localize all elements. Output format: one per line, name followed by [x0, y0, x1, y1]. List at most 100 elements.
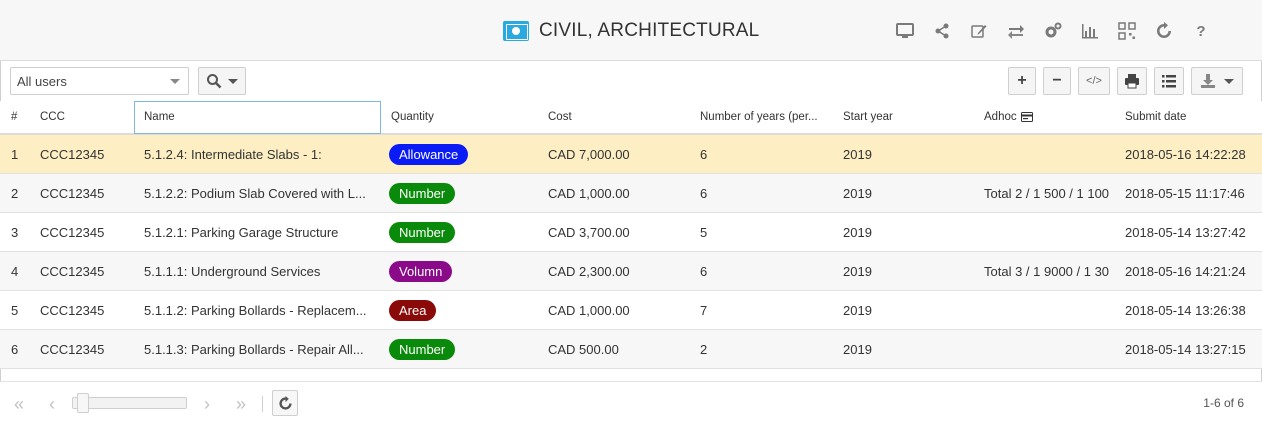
code-icon: </>	[1086, 75, 1102, 87]
cell-ccc: CCC12345	[40, 342, 105, 357]
edit-icon[interactable]	[964, 19, 994, 43]
prev-page-icon[interactable]: ‹	[39, 391, 65, 417]
column-header-quantity[interactable]: Quantity	[391, 101, 541, 133]
export-button[interactable]	[1191, 67, 1243, 95]
title-group: CIVIL, ARCHITECTURAL	[503, 18, 759, 44]
cell-cost: CAD 1,000.00	[548, 186, 630, 201]
user-filter-select[interactable]: All users	[10, 67, 189, 95]
print-button[interactable]	[1117, 67, 1147, 95]
cell-cost: CAD 500.00	[548, 342, 619, 357]
swap-icon[interactable]	[1001, 19, 1031, 43]
search-icon	[207, 74, 222, 89]
page-slider[interactable]	[72, 393, 187, 413]
table-row[interactable]: 6 CCC12345 5.1.1.3: Parking Bollards - Rep…	[0, 330, 1262, 369]
cell-start-year: 2019	[843, 303, 872, 318]
cell-submit-date: 2018-05-14 13:26:38	[1125, 303, 1246, 318]
chart-icon[interactable]	[1075, 19, 1105, 43]
cell-cost: CAD 1,000.00	[548, 303, 630, 318]
quantity-badge: Number	[389, 339, 456, 361]
cell-quantity: Number	[389, 330, 539, 369]
cell-index: 4	[11, 264, 19, 279]
table-row[interactable]: 3 CCC12345 5.1.2.1: Parking Garage Structu…	[0, 213, 1262, 252]
first-page-icon[interactable]: «	[6, 391, 32, 417]
column-header-name[interactable]: Name	[144, 101, 374, 133]
cell-name: 5.1.1.2: Parking Bollards - Replacem...	[144, 303, 367, 318]
cell-adhoc	[984, 213, 1116, 252]
column-header-start-year[interactable]: Start year	[843, 101, 978, 133]
remove-button[interactable]: −	[1043, 67, 1071, 95]
cell-adhoc: Total 2 / 1 500 / 1 100	[984, 186, 1110, 201]
cell-years: 6	[700, 186, 708, 201]
column-header-submit-date[interactable]: Submit date	[1125, 101, 1255, 133]
last-page-icon[interactable]: »	[228, 391, 254, 417]
quantity-badge: Number	[389, 222, 456, 244]
search-button[interactable]	[198, 67, 246, 95]
cell-cost: CAD 3,700.00	[548, 225, 630, 240]
cell-ccc: CCC12345	[40, 225, 105, 240]
monitor-icon[interactable]	[890, 19, 920, 43]
chevron-down-icon	[170, 79, 180, 84]
cell-start-year: 2019	[843, 342, 872, 357]
cell-quantity: Number	[389, 213, 539, 252]
cell-ccc: CCC12345	[40, 186, 105, 201]
cell-adhoc	[984, 135, 1116, 174]
column-header-years[interactable]: Number of years (per...	[700, 101, 836, 133]
settings-icon[interactable]	[1038, 19, 1068, 43]
cell-quantity: Number	[389, 174, 539, 213]
table-row[interactable]: 1 CCC12345 5.1.2.4: Intermediate Slabs - 1…	[0, 135, 1262, 174]
table-row[interactable]: 2 CCC12345 5.1.2.2: Podium Slab Covered wi…	[0, 174, 1262, 213]
table-row[interactable]: 4 CCC12345 5.1.1.1: Underground Services Vo…	[0, 252, 1262, 291]
column-header-cost[interactable]: Cost	[548, 101, 693, 133]
column-header-index[interactable]: #	[11, 101, 27, 133]
user-filter-value: All users	[17, 73, 67, 89]
chevron-down-icon	[228, 78, 238, 84]
download-icon	[1201, 74, 1215, 88]
cell-cost: CAD 2,300.00	[548, 264, 630, 279]
add-button[interactable]: +	[1008, 67, 1036, 95]
cell-quantity: Volumn	[389, 252, 539, 291]
toolbar: All users + − </>	[0, 61, 1262, 101]
cell-years: 5	[700, 225, 708, 240]
refresh-icon[interactable]	[1149, 19, 1179, 43]
cell-adhoc	[984, 291, 1116, 330]
cell-ccc: CCC12345	[40, 147, 105, 162]
cell-index: 6	[11, 342, 19, 357]
help-icon[interactable]: ?	[1186, 19, 1216, 43]
cell-quantity: Area	[389, 291, 539, 330]
qrcode-icon[interactable]	[1112, 19, 1142, 43]
cell-index: 3	[11, 225, 19, 240]
cell-adhoc: Total 3 / 1 9000 / 1 30	[984, 264, 1110, 279]
cell-years: 7	[700, 303, 708, 318]
cell-name: 5.1.2.1: Parking Garage Structure	[144, 225, 339, 240]
cell-index: 1	[11, 147, 19, 162]
cell-cost: CAD 7,000.00	[548, 147, 630, 162]
cell-ccc: CCC12345	[40, 303, 105, 318]
cell-ccc: CCC12345	[40, 264, 105, 279]
next-page-icon[interactable]: ›	[194, 391, 220, 417]
cell-name: 5.1.1.1: Underground Services	[144, 264, 321, 279]
cell-adhoc	[984, 330, 1116, 369]
cell-start-year: 2019	[843, 147, 872, 162]
quantity-badge: Number	[389, 183, 456, 205]
columns-button[interactable]	[1154, 67, 1184, 95]
cell-start-year: 2019	[843, 186, 872, 201]
header-actions: ?	[890, 19, 1223, 43]
page-title: CIVIL, ARCHITECTURAL	[539, 20, 760, 41]
cell-submit-date: 2018-05-14 13:27:15	[1125, 342, 1246, 357]
reload-button[interactable]	[272, 390, 298, 416]
code-button[interactable]: </>	[1078, 67, 1110, 95]
cell-start-year: 2019	[843, 264, 872, 279]
quantity-badge: Allowance	[389, 144, 469, 166]
column-header-ccc[interactable]: CCC	[40, 101, 130, 133]
cell-years: 2	[700, 342, 708, 357]
share-icon[interactable]	[927, 19, 957, 43]
plus-icon: +	[1017, 72, 1027, 89]
column-header-adhoc[interactable]: Adhoc	[984, 101, 1119, 133]
cell-years: 6	[700, 264, 708, 279]
quantity-badge: Area	[389, 300, 437, 322]
print-icon	[1125, 74, 1139, 89]
divider	[262, 396, 263, 412]
table-row[interactable]: 5 CCC12345 5.1.1.2: Parking Bollards - Rep…	[0, 291, 1262, 330]
slider-handle[interactable]	[77, 393, 89, 413]
refresh-icon	[278, 395, 292, 410]
